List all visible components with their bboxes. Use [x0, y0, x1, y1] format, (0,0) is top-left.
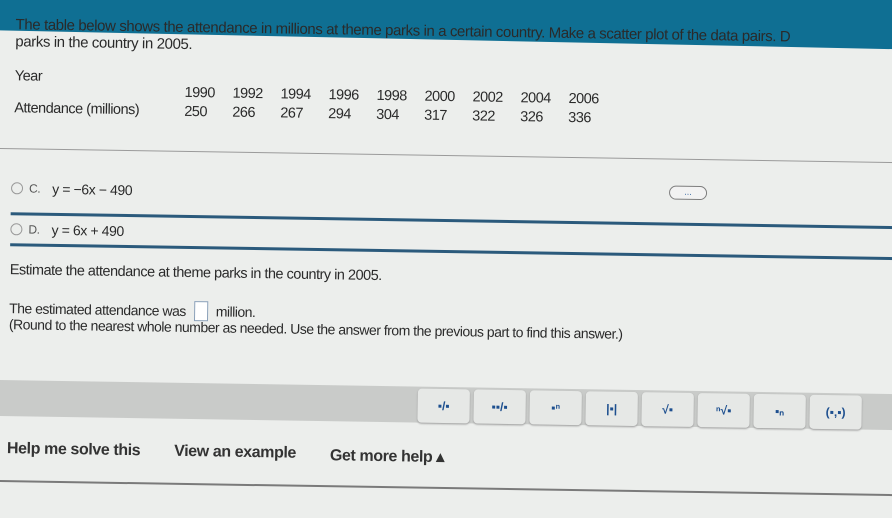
attendance-cell: 304 [376, 106, 400, 124]
answer-option-c[interactable]: C. y = −6x − 490 [10, 180, 133, 199]
attendance-cell: 317 [424, 107, 448, 125]
attendance-row: 250 266 267 294 304 317 322 326 336 [184, 104, 616, 127]
answer-option-d[interactable]: D. y = 6x + 490 [10, 212, 892, 261]
year-cell: 2000 [424, 88, 455, 106]
footer-divider [0, 479, 892, 497]
row-label-attendance: Attendance (millions) [14, 100, 140, 119]
year-cell: 2002 [472, 89, 503, 106]
question-intro: The table below shows the attendance in … [15, 16, 892, 64]
option-letter: D. [28, 222, 40, 237]
help-me-solve-button[interactable]: Help me solve this [7, 440, 141, 462]
year-cell: 2004 [520, 90, 551, 107]
absolute-value-button[interactable]: |▪| [585, 391, 638, 427]
fraction-button[interactable]: ▪/▪ [417, 388, 470, 424]
option-equation: y = −6x − 490 [52, 180, 133, 199]
section-divider [0, 147, 892, 164]
option-equation: y = 6x + 490 [51, 221, 124, 239]
question-page: The table below shows the attendance in … [0, 0, 892, 518]
attendance-cell: 250 [184, 103, 208, 121]
mixed-number-button[interactable]: ▪▪/▪ [473, 389, 526, 425]
row-label-year: Year [14, 68, 43, 85]
attendance-cell: 266 [232, 104, 256, 122]
nth-root-button[interactable]: ⁿ√▪ [697, 393, 750, 428]
help-links: Help me solve this View an example Get m… [7, 440, 444, 467]
answer-suffix: million. [215, 303, 256, 321]
option-letter: C. [28, 181, 41, 196]
get-more-help-button[interactable]: Get more help ▴ [330, 445, 444, 467]
attendance-cell: 326 [520, 109, 544, 126]
view-example-button[interactable]: View an example [174, 443, 296, 465]
exponent-button[interactable]: ▪ⁿ [529, 390, 582, 426]
year-cell: 1996 [328, 87, 359, 104]
radio-button[interactable] [10, 182, 24, 195]
expand-more-button[interactable]: ... [668, 185, 708, 201]
estimate-prompt: Estimate the attendance at theme parks i… [9, 262, 382, 285]
year-cell: 1990 [184, 84, 215, 102]
attendance-cell: 322 [472, 108, 496, 125]
attendance-cell: 294 [328, 106, 352, 123]
year-cell: 2006 [568, 90, 599, 108]
square-root-button[interactable]: √▪ [641, 392, 694, 427]
rounding-instructions: (Round to the nearest whole number as ne… [8, 316, 623, 342]
year-cell: 1994 [280, 86, 311, 103]
radio-button[interactable] [10, 223, 23, 236]
math-toolbar: ▪/▪ ▪▪/▪ ▪ⁿ |▪| √▪ ⁿ√▪ ▪ₙ (▪,▪) [417, 388, 862, 430]
subscript-button[interactable]: ▪ₙ [753, 393, 806, 429]
ordered-pair-button[interactable]: (▪,▪) [809, 394, 862, 430]
attendance-cell: 336 [568, 109, 592, 127]
year-cell: 1998 [376, 87, 407, 105]
year-cell: 1992 [232, 85, 263, 103]
attendance-cell: 267 [280, 105, 304, 122]
